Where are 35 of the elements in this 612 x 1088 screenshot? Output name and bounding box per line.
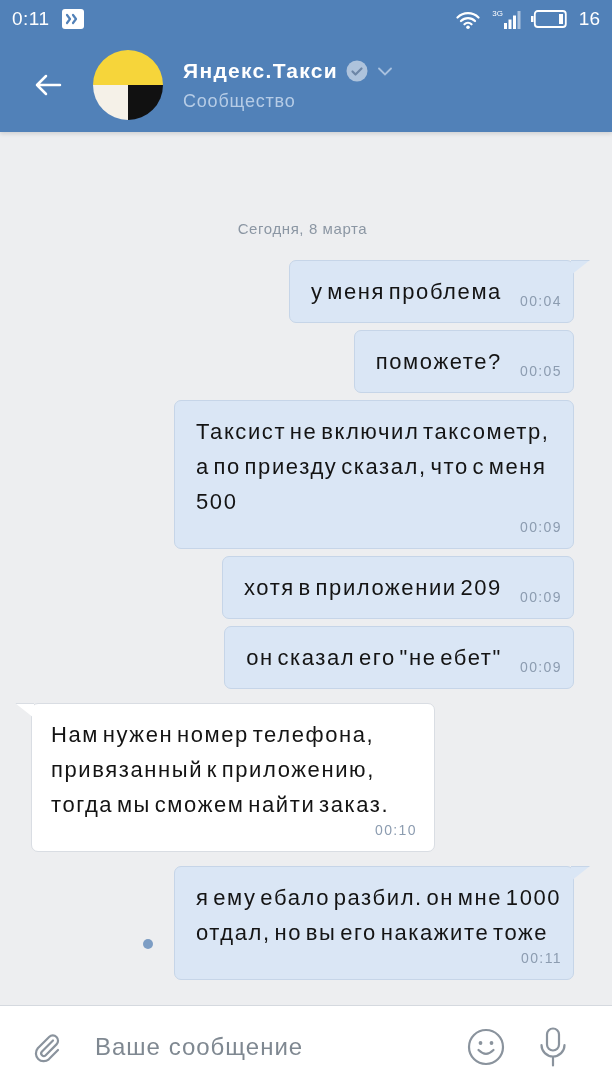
message-time: 00:10	[373, 822, 417, 838]
verified-badge-icon	[345, 60, 368, 82]
message-time: 00:05	[518, 363, 562, 379]
chat-subtitle: Сообщество	[183, 90, 297, 112]
message-text: у меня проблема	[310, 278, 502, 306]
message-text: поможете?	[375, 348, 502, 376]
voice-button[interactable]	[539, 1027, 567, 1067]
avatar-icon	[92, 49, 164, 121]
message-time: 00:04	[518, 293, 562, 309]
chevron-down-icon[interactable]	[377, 66, 392, 76]
battery-icon	[530, 10, 567, 28]
wifi-icon	[456, 9, 481, 29]
app-notification-icon	[61, 9, 84, 29]
back-arrow-icon	[34, 73, 62, 97]
message-input[interactable]: Ваше сообщение	[95, 1027, 467, 1067]
chat-title: Яндекс.Такси	[183, 58, 338, 84]
message-text: Таксист не включил таксометр, а по приезду сказал, что с меня 500	[196, 418, 551, 516]
message-time: 00:09	[518, 519, 562, 535]
emoji-button[interactable]	[467, 1028, 505, 1066]
battery-percent: 16	[578, 8, 600, 30]
message-text: Нам нужен номер телефона, привязанный к приложению, тогда мы сможем найти заказ.	[51, 721, 391, 819]
message-text: я ему ебало разбил. он мне 1000 отдал, но вы его накажите тоже	[196, 884, 562, 947]
smiley-icon	[467, 1028, 505, 1066]
clock-time: 0:11	[12, 8, 50, 30]
message-time: 00:11	[520, 950, 562, 966]
microphone-icon	[539, 1027, 567, 1067]
message-composer[interactable]: Ваше сообщение	[0, 1005, 612, 1088]
message-text: хотя в приложении 209	[243, 574, 502, 602]
message-text: он сказал его "не ебет"	[246, 644, 502, 672]
network-type-label: 3G	[492, 9, 503, 18]
message-time: 00:09	[518, 659, 562, 675]
back-button[interactable]	[34, 73, 62, 97]
date-separator: Сегодня, 8 марта	[237, 220, 368, 238]
message-time: 00:09	[518, 589, 562, 605]
signal-icon	[503, 9, 521, 29]
